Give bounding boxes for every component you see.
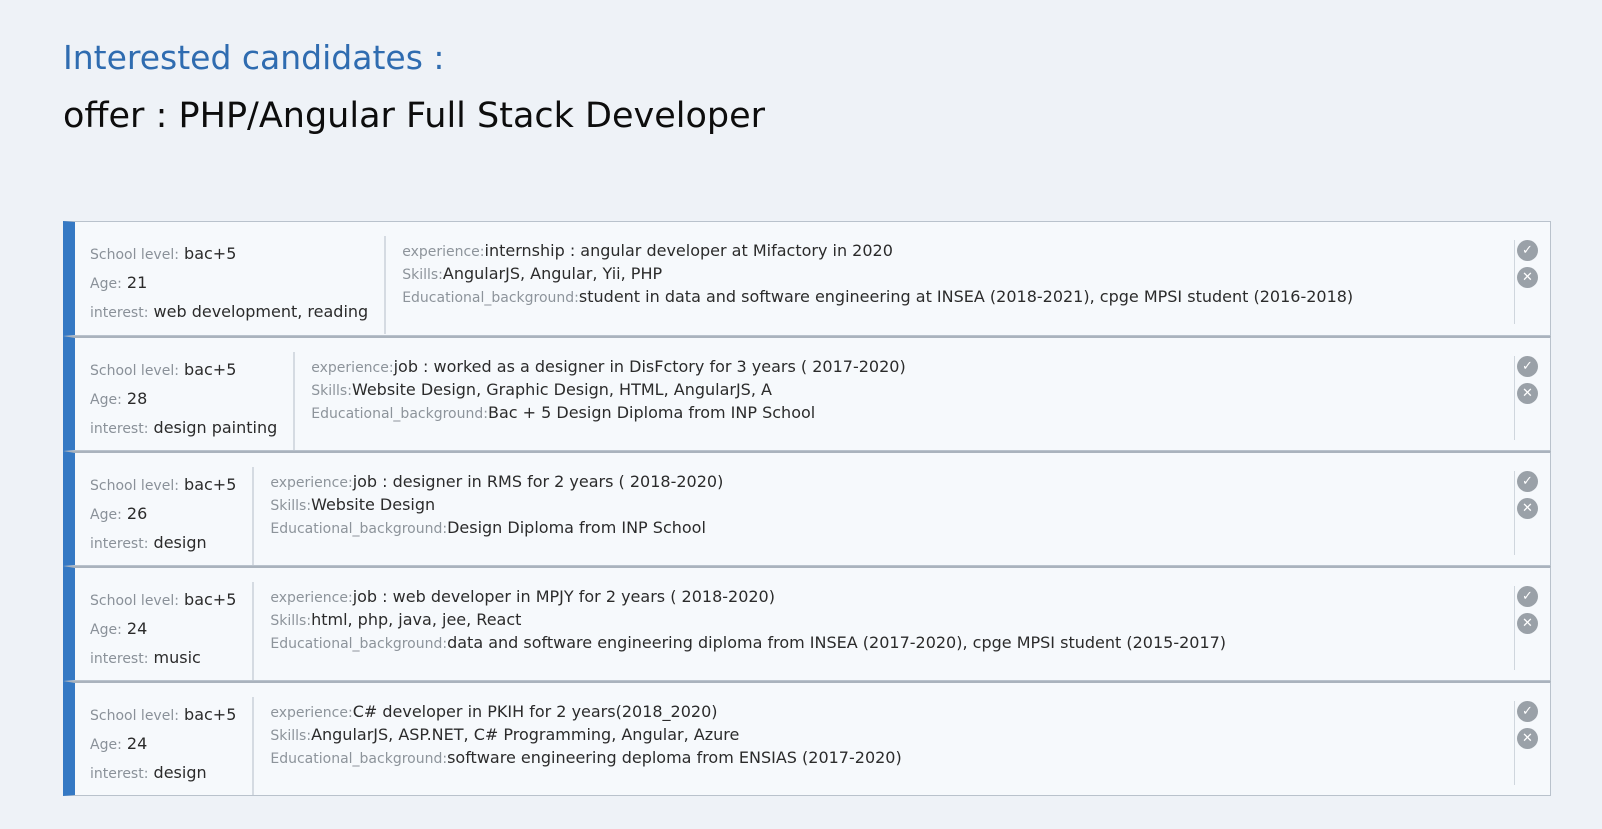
- skills-value: AngularJS, ASP.NET, C# Programming, Angu…: [311, 725, 740, 744]
- interest-value: design: [153, 763, 207, 782]
- candidate-card: School level: bac+5 Age: 24 interest: mu…: [63, 566, 1551, 681]
- skills-value: html, php, java, jee, React: [311, 610, 522, 629]
- candidate-summary: School level: bac+5 Age: 24 interest: mu…: [75, 582, 255, 680]
- check-circle-icon[interactable]: ✓: [1517, 701, 1538, 722]
- candidate-details: experience:internship : angular develope…: [386, 222, 1353, 309]
- candidate-card: School level: bac+5 Age: 21 interest: we…: [63, 221, 1551, 336]
- age-label: Age:: [90, 276, 122, 292]
- skills-value: AngularJS, Angular, Yii, PHP: [442, 264, 663, 283]
- school-level-value: bac+5: [184, 590, 237, 609]
- interest-label: interest:: [90, 651, 149, 667]
- candidate-card: School level: bac+5 Age: 24 interest: de…: [63, 681, 1551, 796]
- school-level-label: School level:: [90, 708, 179, 724]
- interest-value: design painting: [153, 418, 278, 437]
- education-value: student in data and software engineering…: [578, 287, 1354, 306]
- x-circle-icon[interactable]: ✕: [1517, 613, 1538, 634]
- offer-prefix: offer :: [63, 96, 168, 136]
- x-circle-icon[interactable]: ✕: [1517, 498, 1538, 519]
- skills-value: Website Design: [311, 495, 436, 514]
- candidate-details: experience:job : worked as a designer in…: [295, 338, 905, 425]
- age-label: Age:: [90, 737, 122, 753]
- school-level-label: School level:: [90, 593, 179, 609]
- education-label: Educational_background:: [311, 406, 488, 422]
- skills-label: Skills:: [270, 613, 312, 629]
- age-value: 28: [126, 389, 148, 408]
- experience-value: C# developer in PKIH for 2 years(2018_20…: [352, 702, 718, 721]
- candidate-details: experience:job : web developer in MPJY f…: [254, 568, 1226, 655]
- interest-label: interest:: [90, 766, 149, 782]
- age-value: 21: [126, 273, 148, 292]
- experience-value: job : designer in RMS for 2 years ( 2018…: [352, 472, 724, 491]
- school-level-label: School level:: [90, 363, 179, 379]
- interest-value: design: [153, 533, 207, 552]
- check-circle-icon[interactable]: ✓: [1517, 356, 1538, 377]
- education-value: Design Diploma from INP School: [447, 518, 706, 537]
- experience-value: job : worked as a designer in DisFctory …: [393, 357, 906, 376]
- candidate-summary: School level: bac+5 Age: 28 interest: de…: [75, 352, 296, 450]
- candidate-actions: ✓ ✕: [1514, 240, 1538, 324]
- experience-label: experience:: [311, 360, 394, 376]
- offer-title: offer : PHP/Angular Full Stack Developer: [63, 96, 765, 136]
- school-level-value: bac+5: [184, 360, 237, 379]
- candidate-list: School level: bac+5 Age: 21 interest: we…: [63, 221, 1551, 796]
- education-label: Educational_background:: [270, 521, 448, 537]
- candidate-card: School level: bac+5 Age: 28 interest: de…: [63, 336, 1551, 451]
- age-value: 24: [126, 734, 148, 753]
- experience-label: experience:: [270, 590, 353, 606]
- interest-label: interest:: [90, 421, 149, 437]
- candidate-summary: School level: bac+5 Age: 21 interest: we…: [75, 236, 387, 334]
- interest-label: interest:: [90, 305, 149, 321]
- candidate-summary: School level: bac+5 Age: 24 interest: de…: [75, 697, 255, 795]
- experience-value: internship : angular developer at Mifact…: [484, 241, 893, 260]
- x-circle-icon[interactable]: ✕: [1517, 728, 1538, 749]
- candidate-details: experience:job : designer in RMS for 2 y…: [254, 453, 723, 540]
- skills-label: Skills:: [270, 498, 312, 514]
- age-label: Age:: [90, 392, 122, 408]
- skills-label: Skills:: [311, 383, 352, 399]
- skills-value: Website Design, Graphic Design, HTML, An…: [351, 380, 772, 399]
- check-circle-icon[interactable]: ✓: [1517, 586, 1538, 607]
- check-circle-icon[interactable]: ✓: [1517, 471, 1538, 492]
- offer-name: PHP/Angular Full Stack Developer: [178, 96, 766, 136]
- education-label: Educational_background:: [270, 751, 448, 767]
- candidate-summary: School level: bac+5 Age: 26 interest: de…: [75, 467, 255, 565]
- x-circle-icon[interactable]: ✕: [1517, 267, 1538, 288]
- candidate-actions: ✓ ✕: [1514, 471, 1538, 555]
- experience-label: experience:: [270, 705, 353, 721]
- education-label: Educational_background:: [402, 290, 579, 306]
- check-circle-icon[interactable]: ✓: [1517, 240, 1538, 261]
- candidate-card: School level: bac+5 Age: 26 interest: de…: [63, 451, 1551, 566]
- candidate-actions: ✓ ✕: [1514, 586, 1538, 670]
- age-value: 26: [126, 504, 148, 523]
- school-level-value: bac+5: [184, 705, 237, 724]
- education-value: software engineering deploma from ENSIAS…: [447, 748, 902, 767]
- page-title: Interested candidates :: [63, 38, 445, 77]
- school-level-value: bac+5: [184, 244, 237, 263]
- education-value: Bac + 5 Design Diploma from INP School: [487, 403, 816, 422]
- candidate-details: experience:C# developer in PKIH for 2 ye…: [254, 683, 901, 770]
- age-label: Age:: [90, 507, 122, 523]
- interest-value: web development, reading: [153, 302, 369, 321]
- age-value: 24: [126, 619, 148, 638]
- skills-label: Skills:: [402, 267, 443, 283]
- school-level-label: School level:: [90, 247, 179, 263]
- candidate-actions: ✓ ✕: [1514, 701, 1538, 785]
- education-label: Educational_background:: [270, 636, 448, 652]
- x-circle-icon[interactable]: ✕: [1517, 383, 1538, 404]
- experience-label: experience:: [402, 244, 485, 260]
- interest-label: interest:: [90, 536, 149, 552]
- skills-label: Skills:: [270, 728, 312, 744]
- education-value: data and software engineering diploma fr…: [447, 633, 1227, 652]
- interest-value: music: [153, 648, 201, 667]
- age-label: Age:: [90, 622, 122, 638]
- school-level-label: School level:: [90, 478, 179, 494]
- school-level-value: bac+5: [184, 475, 237, 494]
- candidate-actions: ✓ ✕: [1514, 356, 1538, 440]
- experience-label: experience:: [270, 475, 353, 491]
- experience-value: job : web developer in MPJY for 2 years …: [352, 587, 775, 606]
